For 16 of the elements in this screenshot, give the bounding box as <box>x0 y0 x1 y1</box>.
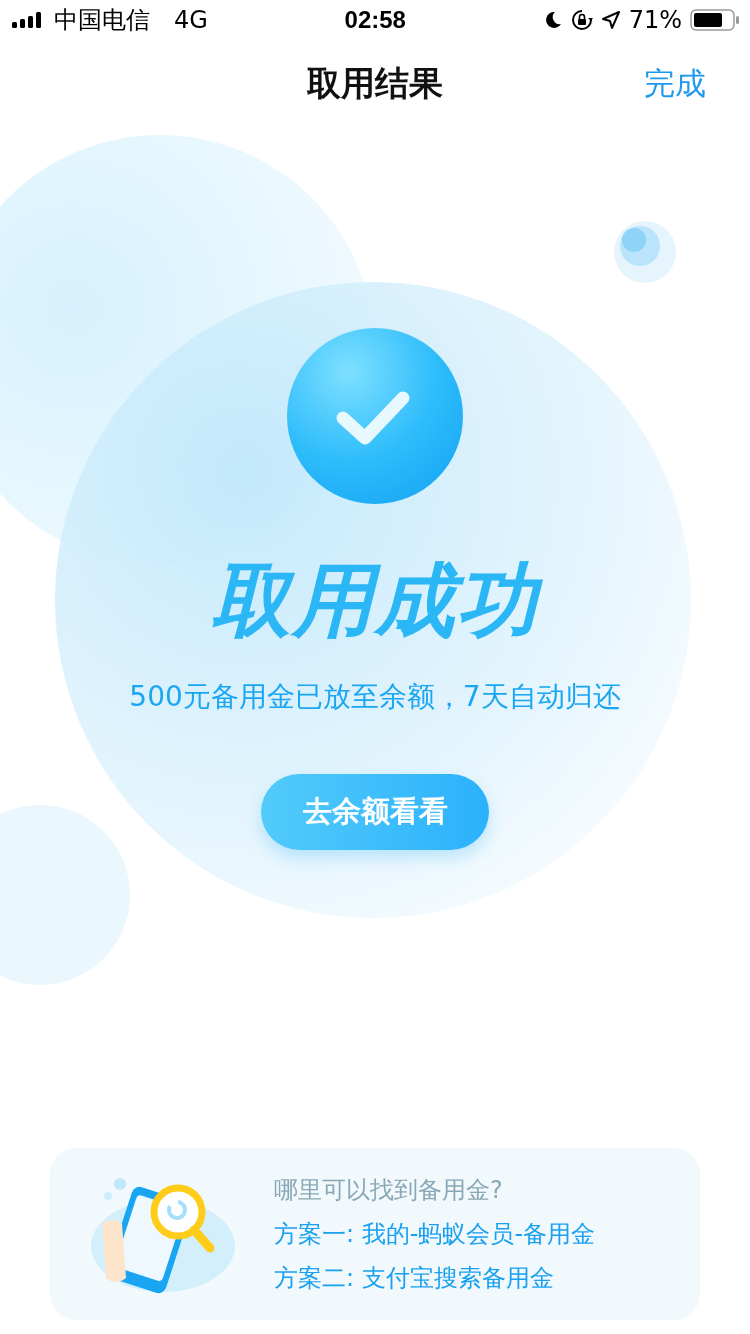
view-balance-button[interactable]: 去余额看看 <box>261 774 489 850</box>
tip-line: 方案一: 我的-蚂蚁会员-备用金 <box>274 1219 596 1250</box>
network-type: 4G <box>174 6 208 34</box>
carrier-name: 中国电信 <box>54 5 150 36</box>
success-message: 500元备用金已放至余额，7天自动归还 <box>129 679 621 715</box>
page-title: 取用结果 <box>307 62 443 105</box>
check-icon <box>287 328 463 504</box>
battery-icon <box>690 9 740 31</box>
tip-title: 哪里可以找到备用金? <box>274 1175 504 1206</box>
tip-line: 方案二: 支付宝搜索备用金 <box>274 1263 555 1294</box>
done-link[interactable]: 完成 <box>596 63 706 105</box>
status-time: 02:58 <box>344 6 406 34</box>
location-icon <box>600 10 621 30</box>
rotation-lock-icon <box>570 9 593 31</box>
bubble-drawing <box>614 221 676 283</box>
battery-percent: 71% <box>628 6 682 34</box>
